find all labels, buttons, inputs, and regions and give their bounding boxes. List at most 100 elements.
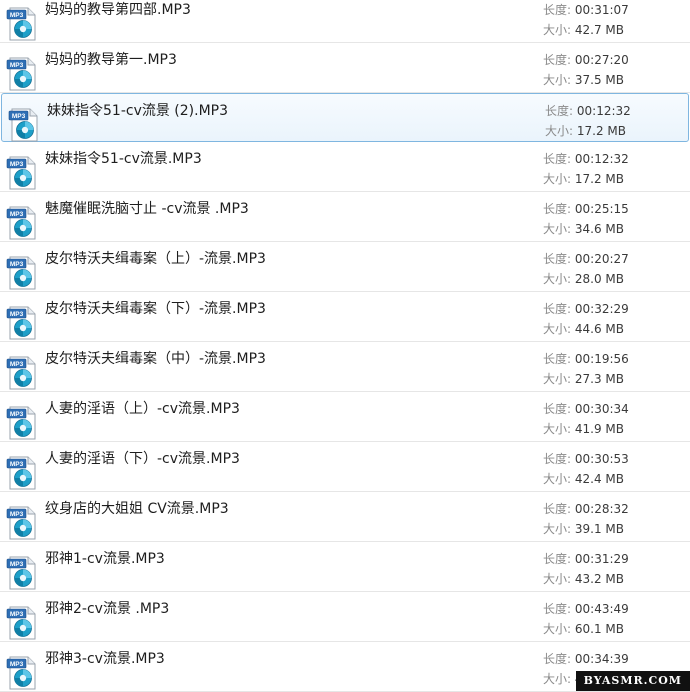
- file-row[interactable]: MP3 人妻的淫语（下）-cv流景.MP3 长度: 00:30:53 大小: 4…: [0, 442, 690, 492]
- size-label: 大小:: [543, 522, 572, 536]
- file-length: 长度: 00:28:32: [543, 500, 629, 517]
- file-name: 妹妹指令51-cv流景.MP3: [45, 151, 202, 167]
- file-name: 邪神1-cv流景.MP3: [45, 551, 165, 567]
- svg-text:MP3: MP3: [10, 12, 24, 19]
- size-label: 大小:: [543, 672, 572, 686]
- size-label: 大小:: [543, 23, 572, 37]
- svg-text:MP3: MP3: [10, 411, 24, 418]
- svg-text:MP3: MP3: [10, 261, 24, 268]
- mp3-file-icon: MP3: [6, 306, 36, 340]
- file-size: 大小: 27.3 MB: [543, 370, 624, 387]
- svg-text:MP3: MP3: [10, 311, 24, 318]
- file-row[interactable]: MP3 邪神1-cv流景.MP3 长度: 00:31:29 大小: 43.2 M…: [0, 542, 690, 592]
- size-label: 大小:: [543, 73, 572, 87]
- size-value: 43.2 MB: [574, 572, 624, 586]
- file-row[interactable]: MP3 纹身店的大姐姐 CV流景.MP3 长度: 00:28:32 大小: 39…: [0, 492, 690, 542]
- size-label: 大小:: [543, 322, 572, 336]
- svg-text:MP3: MP3: [10, 211, 24, 218]
- length-label: 长度:: [543, 602, 572, 616]
- size-value: 41.9 MB: [574, 422, 624, 436]
- svg-text:MP3: MP3: [10, 511, 24, 518]
- size-value: 17.2 MB: [576, 124, 626, 138]
- file-name: 邪神3-cv流景.MP3: [45, 651, 165, 667]
- file-row[interactable]: MP3 妹妹指令51-cv流景 (2).MP3 长度: 00:12:32 大小:…: [1, 93, 689, 142]
- file-name: 皮尔特沃夫缉毒案（下）-流景.MP3: [45, 301, 266, 317]
- size-label: 大小:: [543, 222, 572, 236]
- size-label: 大小:: [543, 172, 572, 186]
- mp3-file-icon: MP3: [6, 506, 36, 540]
- mp3-file-icon: MP3: [6, 57, 36, 91]
- file-name: 邪神2-cv流景 .MP3: [45, 601, 170, 617]
- file-length: 长度: 00:27:20: [543, 51, 629, 68]
- file-size: 大小: 44.6 MB: [543, 320, 624, 337]
- length-value: 00:30:53: [574, 452, 629, 466]
- size-value: 28.0 MB: [574, 272, 624, 286]
- file-name: 妈妈的教导第四部.MP3: [45, 2, 191, 18]
- file-length: 长度: 00:43:49: [543, 600, 629, 617]
- file-length: 长度: 00:12:32: [545, 102, 631, 119]
- size-label: 大小:: [545, 124, 574, 138]
- svg-text:MP3: MP3: [10, 461, 24, 468]
- watermark: BYASMR.COM: [575, 671, 690, 691]
- length-label: 长度:: [543, 202, 572, 216]
- file-row[interactable]: MP3 妈妈的教导第一.MP3 长度: 00:27:20 大小: 37.5 MB: [0, 43, 690, 93]
- file-name: 妹妹指令51-cv流景 (2).MP3: [47, 103, 229, 119]
- mp3-file-icon: MP3: [6, 256, 36, 290]
- length-label: 长度:: [543, 402, 572, 416]
- length-value: 00:12:32: [576, 104, 631, 118]
- file-row[interactable]: MP3 皮尔特沃夫缉毒案（下）-流景.MP3 长度: 00:32:29 大小: …: [0, 292, 690, 342]
- file-length: 长度: 00:32:29: [543, 300, 629, 317]
- length-value: 00:27:20: [574, 53, 629, 67]
- mp3-file-icon: MP3: [8, 108, 38, 142]
- file-length: 长度: 00:30:53: [543, 450, 629, 467]
- length-label: 长度:: [543, 252, 572, 266]
- mp3-file-icon: MP3: [6, 406, 36, 440]
- file-size: 大小: 60.1 MB: [543, 620, 624, 637]
- length-value: 00:31:29: [574, 552, 629, 566]
- file-length: 长度: 00:31:07: [543, 1, 629, 18]
- file-size: 大小: 42.7 MB: [543, 21, 624, 38]
- size-value: 44.6 MB: [574, 322, 624, 336]
- file-size: 大小: 42.4 MB: [543, 470, 624, 487]
- svg-text:MP3: MP3: [10, 62, 24, 69]
- length-value: 00:19:56: [574, 352, 629, 366]
- size-value: 37.5 MB: [574, 73, 624, 87]
- size-value: 17.2 MB: [574, 172, 624, 186]
- size-label: 大小:: [543, 272, 572, 286]
- file-length: 长度: 00:25:15: [543, 200, 629, 217]
- mp3-file-icon: MP3: [6, 556, 36, 590]
- svg-text:MP3: MP3: [12, 113, 26, 120]
- length-label: 长度:: [543, 152, 572, 166]
- svg-text:MP3: MP3: [10, 611, 24, 618]
- file-name: 纹身店的大姐姐 CV流景.MP3: [45, 501, 229, 517]
- file-row[interactable]: MP3 妹妹指令51-cv流景.MP3 长度: 00:12:32 大小: 17.…: [0, 142, 690, 192]
- mp3-file-icon: MP3: [6, 206, 36, 240]
- length-value: 00:32:29: [574, 302, 629, 316]
- file-row[interactable]: MP3 魅魔催眠洗脑寸止 -cv流景 .MP3 长度: 00:25:15 大小:…: [0, 192, 690, 242]
- length-value: 00:20:27: [574, 252, 629, 266]
- length-label: 长度:: [543, 502, 572, 516]
- file-name: 魅魔催眠洗脑寸止 -cv流景 .MP3: [45, 201, 249, 217]
- file-size: 大小: 34.6 MB: [543, 220, 624, 237]
- file-name: 妈妈的教导第一.MP3: [45, 52, 177, 68]
- file-length: 长度: 00:31:29: [543, 550, 629, 567]
- file-length: 长度: 00:20:27: [543, 250, 629, 267]
- size-label: 大小:: [543, 422, 572, 436]
- length-label: 长度:: [543, 652, 572, 666]
- file-size: 大小: 17.2 MB: [545, 122, 626, 139]
- length-label: 长度:: [543, 3, 572, 17]
- file-row[interactable]: MP3 皮尔特沃夫缉毒案（上）-流景.MP3 长度: 00:20:27 大小: …: [0, 242, 690, 292]
- svg-text:MP3: MP3: [10, 661, 24, 668]
- mp3-file-icon: MP3: [6, 156, 36, 190]
- file-row[interactable]: MP3 妈妈的教导第四部.MP3 长度: 00:31:07 大小: 42.7 M…: [0, 0, 690, 43]
- length-label: 长度:: [543, 352, 572, 366]
- size-label: 大小:: [543, 622, 572, 636]
- file-name: 人妻的淫语（下）-cv流景.MP3: [45, 451, 240, 467]
- file-row[interactable]: MP3 皮尔特沃夫缉毒案（中）-流景.MP3 长度: 00:19:56 大小: …: [0, 342, 690, 392]
- file-size: 大小: 39.1 MB: [543, 520, 624, 537]
- length-value: 00:12:32: [574, 152, 629, 166]
- length-value: 00:30:34: [574, 402, 629, 416]
- size-label: 大小:: [543, 372, 572, 386]
- file-row[interactable]: MP3 邪神2-cv流景 .MP3 长度: 00:43:49 大小: 60.1 …: [0, 592, 690, 642]
- file-row[interactable]: MP3 人妻的淫语（上）-cv流景.MP3 长度: 00:30:34 大小: 4…: [0, 392, 690, 442]
